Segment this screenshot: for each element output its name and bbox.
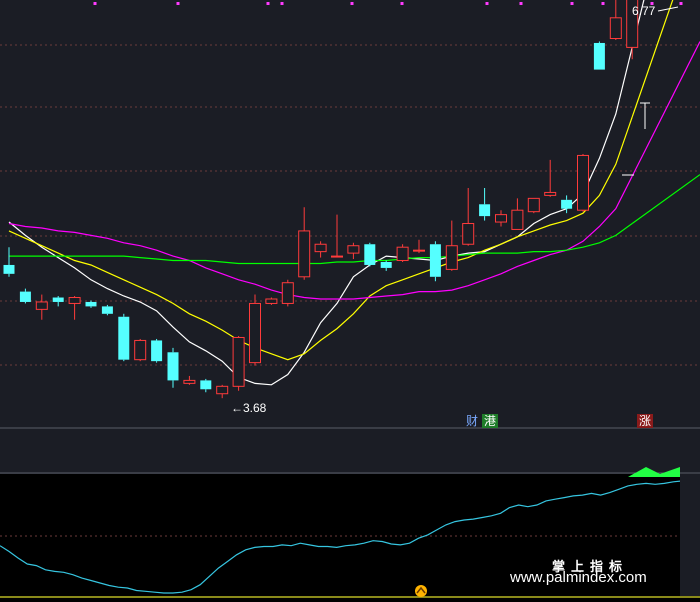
marker-dot [570, 2, 574, 5]
candle-body [3, 264, 15, 274]
tag-gang[interactable]: 港 [482, 414, 499, 428]
marker-dot [519, 2, 523, 5]
marker-dot [266, 2, 270, 5]
candle-body [183, 379, 196, 384]
marker-dot [400, 2, 404, 5]
marker-dot [176, 2, 180, 5]
marker-dot [350, 2, 354, 5]
candle-body [364, 244, 376, 265]
candle-body [429, 244, 441, 277]
marker-dot [93, 2, 97, 5]
candle-body [479, 204, 491, 217]
ma-tail-ma20 [631, 41, 700, 177]
ma-line-ma5 [8, 47, 633, 386]
candle-body [561, 199, 573, 209]
indicator-fill [628, 467, 680, 477]
watermark-url: www.palmindex.com [510, 569, 647, 586]
candle-body [85, 301, 97, 307]
candle-body [52, 297, 64, 302]
candle-body [577, 154, 589, 211]
candle-body [101, 306, 113, 314]
candle-body [544, 191, 557, 196]
candle-body [462, 223, 475, 245]
marker-dot [601, 2, 605, 5]
candle-body [609, 17, 622, 40]
candle-body [511, 209, 524, 230]
candle-body [413, 249, 425, 252]
high-arrow [657, 6, 679, 12]
candle-body [527, 197, 540, 213]
candle-body [593, 42, 605, 70]
candle-body [151, 340, 163, 362]
candle-body [19, 291, 31, 302]
candle-body [380, 262, 392, 268]
candle-body [118, 316, 130, 360]
candle-body [216, 385, 229, 395]
high-price-label: 6.77 [632, 4, 656, 18]
candle-body [281, 282, 294, 304]
indicator-side [680, 474, 700, 596]
ma-line-ma20 [8, 175, 633, 300]
candle-body [298, 230, 311, 278]
candle-body [35, 301, 48, 310]
candle-body [232, 336, 245, 387]
candle-body [200, 380, 212, 390]
candle-body [495, 214, 507, 223]
candle-body [134, 339, 147, 361]
candle-body [396, 246, 409, 262]
candle-body [265, 298, 278, 304]
candle-body [331, 255, 343, 258]
candle-body [167, 352, 179, 381]
candle-body [314, 243, 327, 253]
candle-body [347, 245, 360, 254]
candle-body [68, 297, 81, 304]
candle-body [249, 302, 261, 364]
chart-stage: 6.77 ←3.68 财 港 涨 掌上指标 www.palmindex.com [0, 0, 700, 602]
candle-body [445, 245, 458, 270]
tag-cai[interactable]: 财 [464, 414, 480, 428]
candlestick-chart: 6.77 ←3.68 [0, 0, 700, 602]
marker-dot [679, 2, 683, 5]
marker-dot [485, 2, 489, 5]
ma-tail-ma60 [631, 174, 700, 225]
marker-dot [280, 2, 284, 5]
low-price-label: ←3.68 [231, 401, 267, 415]
tag-zhang[interactable]: 涨 [637, 414, 654, 428]
